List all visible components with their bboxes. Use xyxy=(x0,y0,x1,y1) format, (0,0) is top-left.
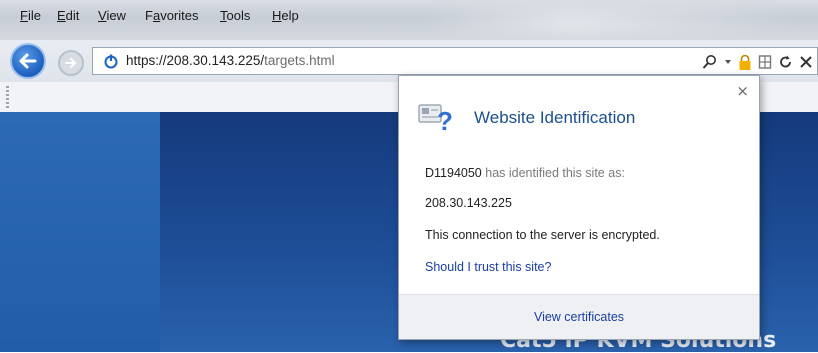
site-power-icon xyxy=(104,54,118,69)
dropdown-icon[interactable] xyxy=(724,54,732,70)
address-bar[interactable]: https://208.30.143.225/targets.html xyxy=(92,47,818,75)
forward-button[interactable] xyxy=(58,50,84,76)
menu-favorites[interactable]: Favorites xyxy=(145,8,198,23)
popup-footer: View certificates xyxy=(399,294,759,339)
view-certificates-link[interactable]: View certificates xyxy=(399,310,759,324)
menu-tools[interactable]: Tools xyxy=(220,8,250,23)
identified-text: has identified this site as: xyxy=(485,166,625,180)
identity-help-icon: ? xyxy=(418,104,452,132)
site-identity: 208.30.143.225 xyxy=(425,196,512,210)
popup-title: Website Identification xyxy=(474,108,636,127)
menu-help[interactable]: Help xyxy=(272,8,299,23)
back-arrow-icon xyxy=(19,53,37,69)
identified-line: D1194050 has identified this site as: xyxy=(425,166,625,180)
search-icon[interactable] xyxy=(702,54,718,70)
menu-file[interactable]: File xyxy=(20,8,41,23)
menu-edit[interactable]: Edit xyxy=(57,8,79,23)
url-text: https://208.30.143.225/targets.html xyxy=(126,53,335,68)
forward-arrow-icon xyxy=(65,58,76,68)
menu-view[interactable]: View xyxy=(98,8,126,23)
refresh-icon[interactable] xyxy=(778,54,793,70)
issuer-name: D1194050 xyxy=(425,166,482,180)
website-identification-popup: × ? Website Identification D1194050 has … xyxy=(398,75,760,340)
compat-icon[interactable] xyxy=(758,54,772,70)
encryption-status: This connection to the server is encrypt… xyxy=(425,228,660,242)
svg-text:?: ? xyxy=(437,106,452,132)
url-host: https://208.30.143.225/ xyxy=(126,53,265,68)
trust-site-link[interactable]: Should I trust this site? xyxy=(425,260,551,274)
back-button[interactable] xyxy=(10,43,46,79)
stop-icon[interactable] xyxy=(799,54,813,70)
close-icon[interactable]: × xyxy=(736,82,749,100)
toolbar-grip xyxy=(6,86,9,108)
lock-icon[interactable] xyxy=(738,54,752,71)
url-path: targets.html xyxy=(264,53,335,68)
